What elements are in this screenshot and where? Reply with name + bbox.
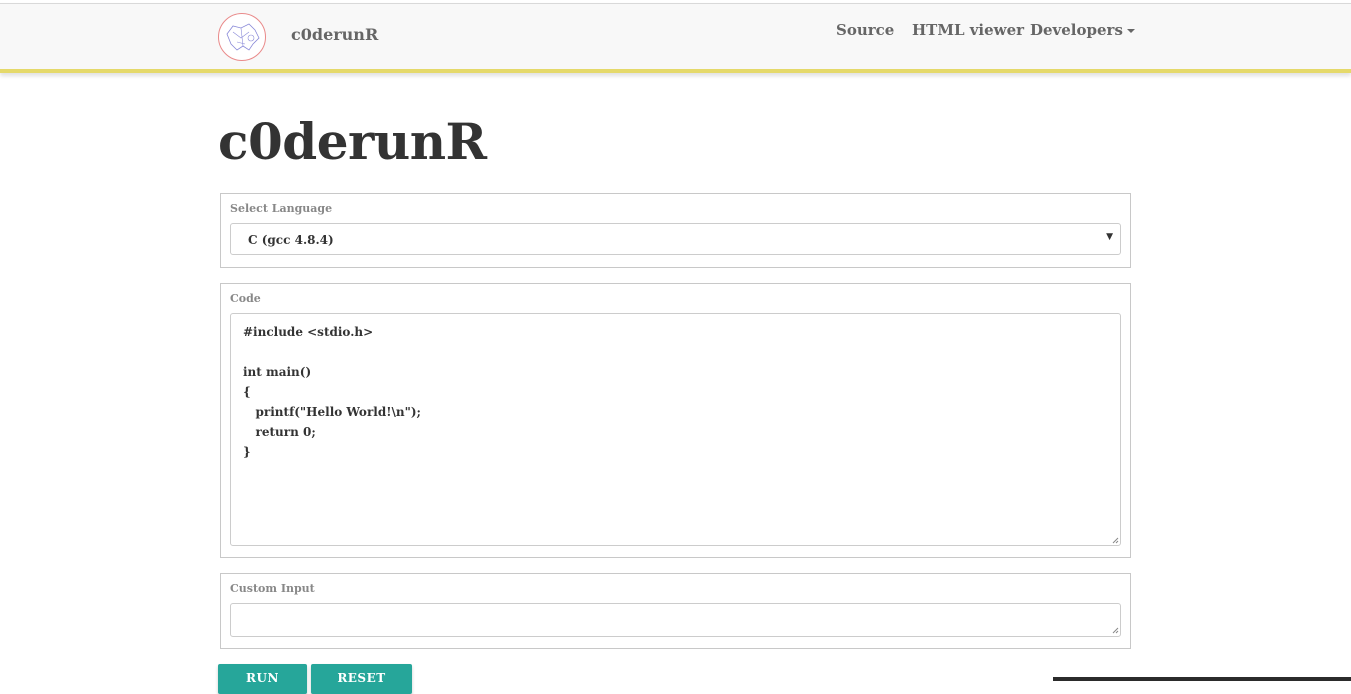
language-panel: Select Language C (gcc 4.8.4) ▼ [220,193,1131,268]
language-select[interactable]: C (gcc 4.8.4) ▼ [230,223,1121,255]
nav-link-source[interactable]: Source [836,21,894,39]
custom-input-label: Custom Input [230,582,315,595]
page-title: c0derunR [218,112,487,171]
resize-grip-icon[interactable] [1111,626,1119,634]
code-label: Code [230,292,261,305]
code-editor[interactable]: #include <stdio.h> int main() { printf("… [230,313,1121,546]
language-select-value: C (gcc 4.8.4) [248,233,334,247]
nav-dropdown-developers-label: Developers [1030,21,1123,39]
nav-link-html-viewer[interactable]: HTML viewer [912,21,1024,39]
resize-grip-icon[interactable] [1111,536,1119,544]
reset-button[interactable]: RESET [311,664,412,694]
language-label: Select Language [230,202,333,215]
logo-icon[interactable] [218,13,266,61]
bottom-edge-bar [1053,677,1351,681]
caret-down-icon [1126,29,1135,33]
nav-dropdown-developers[interactable]: Developers [1030,21,1135,39]
navbar-brand[interactable]: c0derunR [291,25,378,44]
navbar: c0derunR Source HTML viewer Developers [0,3,1351,73]
code-panel: Code #include <stdio.h> int main() { pri… [220,283,1131,558]
run-button[interactable]: RUN [218,664,307,694]
custom-input-field[interactable] [230,603,1121,637]
custom-input-panel: Custom Input [220,573,1131,649]
dropdown-arrow-icon: ▼ [1106,232,1113,242]
